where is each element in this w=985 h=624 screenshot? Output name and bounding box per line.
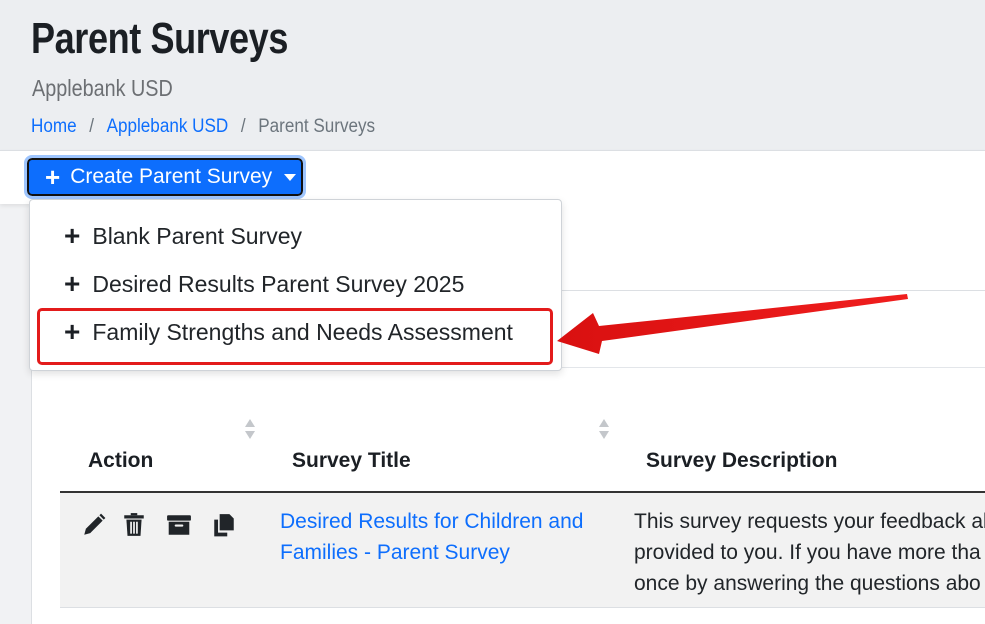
breadcrumb-separator: / bbox=[89, 116, 94, 137]
column-header-survey-title[interactable]: Survey Title bbox=[292, 449, 411, 473]
survey-description: This survey requests your feedback al pr… bbox=[634, 506, 985, 599]
annotation-highlight-box bbox=[37, 308, 553, 365]
sort-icon[interactable] bbox=[599, 419, 609, 441]
sort-icon[interactable] bbox=[245, 419, 255, 441]
description-line: This survey requests your feedback al bbox=[634, 510, 985, 533]
menu-item-desired-results-parent-survey-2025[interactable]: + Desired Results Parent Survey 2025 bbox=[64, 270, 464, 298]
breadcrumb-separator: / bbox=[240, 116, 246, 137]
survey-title-link[interactable]: Desired Results for Children and Familie… bbox=[280, 506, 610, 568]
breadcrumb: Home / Applebank USD / Parent Surveys bbox=[31, 116, 375, 138]
divider bbox=[560, 367, 985, 368]
menu-item-label: Blank Parent Survey bbox=[92, 222, 303, 249]
menu-item-label: Desired Results Parent Survey 2025 bbox=[92, 270, 465, 297]
create-parent-survey-button[interactable]: + Create Parent Survey bbox=[24, 155, 306, 199]
plus-icon: + bbox=[64, 220, 81, 251]
breadcrumb-home[interactable]: Home bbox=[31, 116, 77, 138]
page-subtitle: Applebank USD bbox=[32, 75, 173, 101]
delete-icon[interactable] bbox=[121, 512, 147, 538]
breadcrumb-current: Parent Surveys bbox=[258, 116, 376, 137]
description-line: provided to you. If you have more tha bbox=[634, 541, 981, 564]
archive-icon[interactable] bbox=[166, 512, 192, 538]
caret-down-icon bbox=[284, 173, 297, 181]
plus-icon: + bbox=[64, 268, 81, 299]
description-line: once by answering the questions abo bbox=[634, 572, 981, 595]
column-header-action: Action bbox=[88, 449, 154, 472]
page-title: Parent Surveys bbox=[31, 14, 288, 63]
column-header-survey-description[interactable]: Survey Description bbox=[646, 449, 837, 473]
menu-item-blank-parent-survey[interactable]: + Blank Parent Survey bbox=[64, 222, 302, 250]
create-button-label: Create Parent Survey bbox=[70, 165, 273, 188]
divider bbox=[560, 290, 985, 291]
plus-icon: + bbox=[45, 162, 61, 192]
edit-icon[interactable] bbox=[81, 512, 107, 538]
copy-icon[interactable] bbox=[211, 512, 237, 538]
page-header: Parent Surveys Applebank USD Home / Appl… bbox=[0, 0, 985, 150]
breadcrumb-district[interactable]: Applebank USD bbox=[107, 116, 229, 138]
